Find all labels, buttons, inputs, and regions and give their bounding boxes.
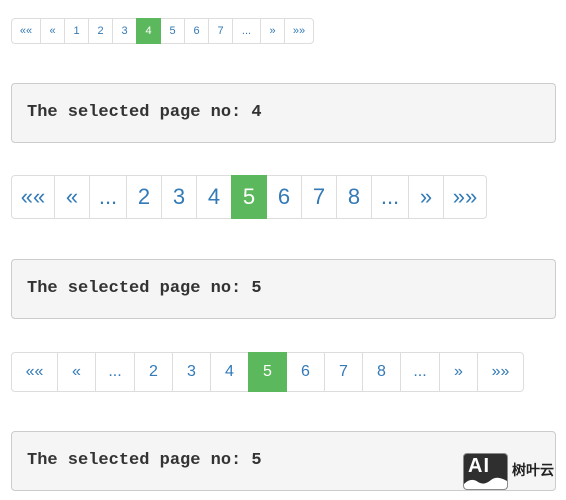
page-1-button[interactable]: 1 xyxy=(64,18,89,44)
next-page-set-button[interactable]: ... xyxy=(371,175,409,219)
logo-text: 树叶云 xyxy=(512,463,554,479)
first-page-button[interactable]: «« xyxy=(11,175,55,219)
pagination-small: «« « 1 2 3 4 5 6 7 ... » »» xyxy=(11,18,314,44)
page-2-button[interactable]: 2 xyxy=(134,352,173,392)
page-4-button[interactable]: 4 xyxy=(136,18,161,44)
previous-page-set-button[interactable]: ... xyxy=(89,175,127,219)
page-8-button[interactable]: 8 xyxy=(362,352,401,392)
page-5-button[interactable]: 5 xyxy=(248,352,287,392)
previous-page-button[interactable]: « xyxy=(40,18,65,44)
landscape-icon xyxy=(464,477,507,489)
page-4-button[interactable]: 4 xyxy=(196,175,232,219)
selected-page-output: The selected page no: 5 xyxy=(11,259,556,319)
page-2-button[interactable]: 2 xyxy=(88,18,113,44)
watermark-logo: AI 树叶云 xyxy=(463,453,561,491)
page-3-button[interactable]: 3 xyxy=(172,352,211,392)
pagination-large: «« « ... 2 3 4 5 6 7 8 ... » »» xyxy=(11,175,487,219)
first-page-button[interactable]: «« xyxy=(11,352,58,392)
next-page-button[interactable]: » xyxy=(408,175,444,219)
page-5-button[interactable]: 5 xyxy=(160,18,185,44)
last-page-button[interactable]: »» xyxy=(477,352,524,392)
page-6-button[interactable]: 6 xyxy=(184,18,209,44)
previous-page-set-button[interactable]: ... xyxy=(95,352,135,392)
pagination-default: «« « ... 2 3 4 5 6 7 8 ... » »» xyxy=(11,352,524,392)
last-page-button[interactable]: »» xyxy=(284,18,314,44)
page-3-button[interactable]: 3 xyxy=(112,18,137,44)
page-5-button[interactable]: 5 xyxy=(231,175,267,219)
logo-mark-text: AI xyxy=(468,455,490,477)
page-6-button[interactable]: 6 xyxy=(286,352,325,392)
page-3-button[interactable]: 3 xyxy=(161,175,197,219)
page-2-button[interactable]: 2 xyxy=(126,175,162,219)
previous-page-button[interactable]: « xyxy=(57,352,96,392)
next-page-button[interactable]: » xyxy=(260,18,285,44)
page-7-button[interactable]: 7 xyxy=(208,18,233,44)
next-page-set-button[interactable]: ... xyxy=(400,352,440,392)
page-7-button[interactable]: 7 xyxy=(324,352,363,392)
page-7-button[interactable]: 7 xyxy=(301,175,337,219)
next-page-button[interactable]: » xyxy=(439,352,478,392)
next-page-set-button[interactable]: ... xyxy=(232,18,261,44)
previous-page-button[interactable]: « xyxy=(54,175,90,219)
last-page-button[interactable]: »» xyxy=(443,175,487,219)
ai-logo-icon: AI xyxy=(463,453,508,490)
page-6-button[interactable]: 6 xyxy=(266,175,302,219)
page-4-button[interactable]: 4 xyxy=(210,352,249,392)
page-8-button[interactable]: 8 xyxy=(336,175,372,219)
selected-page-output: The selected page no: 4 xyxy=(11,83,556,143)
first-page-button[interactable]: «« xyxy=(11,18,41,44)
